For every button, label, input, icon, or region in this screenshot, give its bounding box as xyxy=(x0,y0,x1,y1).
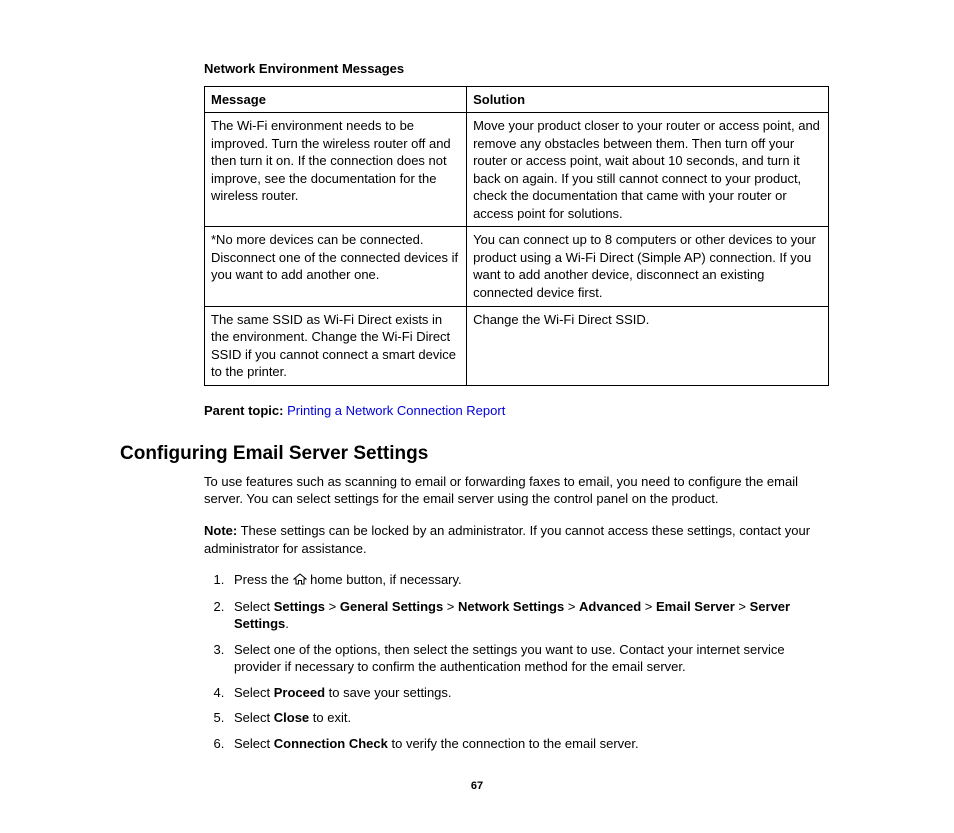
page-content: Network Environment Messages Message Sol… xyxy=(120,60,834,793)
step-text: Press the xyxy=(234,572,293,587)
list-item: Press the home button, if necessary. xyxy=(228,571,834,590)
cell-solution: You can connect up to 8 computers or oth… xyxy=(467,227,829,306)
parent-topic-label: Parent topic: xyxy=(204,403,283,418)
bold-term: Proceed xyxy=(274,685,325,700)
bold-term: Network Settings xyxy=(458,599,564,614)
step-text: Select xyxy=(234,736,274,751)
bold-term: Connection Check xyxy=(274,736,388,751)
bold-term: Settings xyxy=(274,599,325,614)
note-paragraph: Note: These settings can be locked by an… xyxy=(204,522,834,557)
bold-term: Email Server xyxy=(656,599,735,614)
step-text: home button, if necessary. xyxy=(307,572,462,587)
cell-message: The Wi-Fi environment needs to be improv… xyxy=(205,113,467,227)
step-text: > xyxy=(735,599,750,614)
step-text: > xyxy=(443,599,458,614)
step-text: . xyxy=(285,616,289,631)
cell-message: The same SSID as Wi-Fi Direct exists in … xyxy=(205,306,467,385)
list-item: Select one of the options, then select t… xyxy=(228,641,834,676)
list-item: Select Proceed to save your settings. xyxy=(228,684,834,702)
section-heading: Configuring Email Server Settings xyxy=(120,441,834,467)
table-title: Network Environment Messages xyxy=(204,60,834,78)
bold-term: General Settings xyxy=(340,599,443,614)
step-text: > xyxy=(641,599,656,614)
parent-topic: Parent topic: Printing a Network Connect… xyxy=(204,402,834,420)
step-text: to exit. xyxy=(309,710,351,725)
table-row: The Wi-Fi environment needs to be improv… xyxy=(205,113,829,227)
table-row: The same SSID as Wi-Fi Direct exists in … xyxy=(205,306,829,385)
note-label: Note: xyxy=(204,523,237,538)
cell-solution: Change the Wi-Fi Direct SSID. xyxy=(467,306,829,385)
network-messages-table: Message Solution The Wi-Fi environment n… xyxy=(204,86,829,386)
page-number: 67 xyxy=(120,779,834,794)
cell-solution: Move your product closer to your router … xyxy=(467,113,829,227)
cell-message: *No more devices can be connected. Disco… xyxy=(205,227,467,306)
home-icon xyxy=(293,572,307,590)
step-text: > xyxy=(564,599,579,614)
header-message: Message xyxy=(205,86,467,113)
step-text: Select xyxy=(234,710,274,725)
parent-topic-link[interactable]: Printing a Network Connection Report xyxy=(287,403,505,418)
table-row: *No more devices can be connected. Disco… xyxy=(205,227,829,306)
step-text: to verify the connection to the email se… xyxy=(388,736,639,751)
step-text: Select xyxy=(234,685,274,700)
list-item: Select Close to exit. xyxy=(228,709,834,727)
table-header-row: Message Solution xyxy=(205,86,829,113)
intro-paragraph: To use features such as scanning to emai… xyxy=(204,473,834,508)
note-text: These settings can be locked by an admin… xyxy=(204,523,810,556)
bold-term: Advanced xyxy=(579,599,641,614)
step-text: > xyxy=(325,599,340,614)
step-text: to save your settings. xyxy=(325,685,451,700)
steps-list: Press the home button, if necessary. Sel… xyxy=(204,571,834,752)
step-text: Select xyxy=(234,599,274,614)
bold-term: Close xyxy=(274,710,309,725)
list-item: Select Settings > General Settings > Net… xyxy=(228,598,834,633)
header-solution: Solution xyxy=(467,86,829,113)
